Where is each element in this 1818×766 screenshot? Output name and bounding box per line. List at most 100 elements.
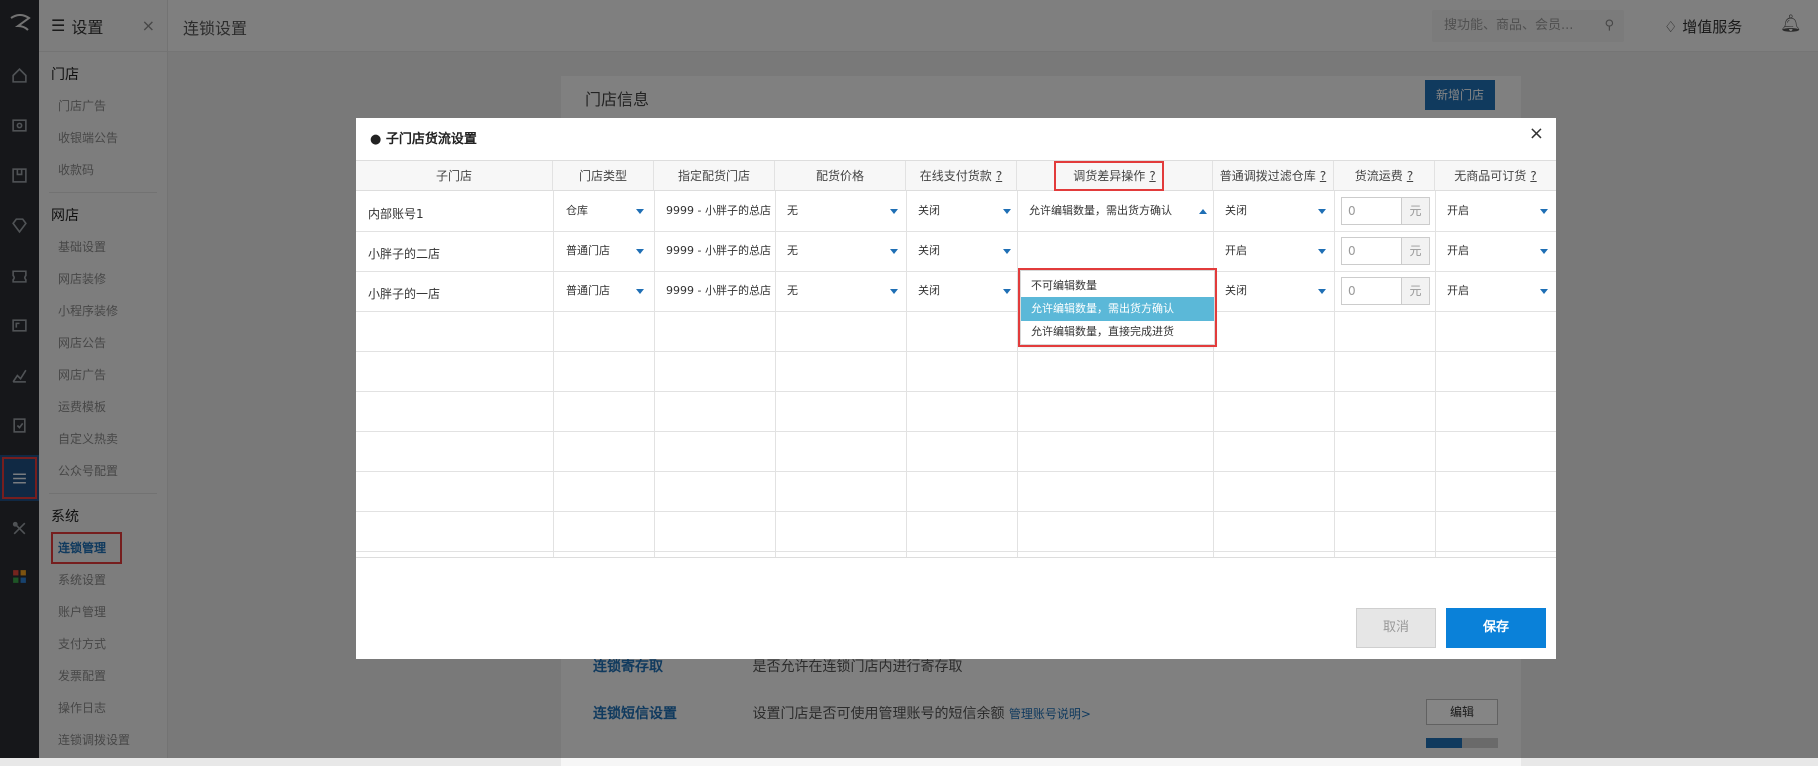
freight-unit: 元 (1401, 238, 1429, 264)
select-value: 关闭 (918, 284, 940, 297)
diff-operation-select[interactable]: 允许编辑数量，需出货方确认 (1029, 198, 1209, 224)
select-value: 仓库 (566, 204, 588, 217)
chevron-down-icon (636, 289, 644, 294)
select-value: 关闭 (918, 244, 940, 257)
chevron-down-icon (1540, 209, 1548, 214)
online-pay-select[interactable]: 关闭 (918, 198, 1013, 224)
highlight-box-dropdown (1018, 268, 1217, 347)
grid-line (356, 471, 1556, 472)
select-value: 普通门店 (566, 284, 610, 297)
store-name: 小胖子的一店 (368, 287, 441, 301)
close-icon[interactable]: × (1529, 124, 1544, 144)
chevron-down-icon (1540, 249, 1548, 254)
select-value: 普通门店 (566, 244, 610, 257)
chevron-down-icon (1540, 289, 1548, 294)
distribution-store-select[interactable]: 9999 - 小胖子的总店 (666, 278, 772, 304)
select-value: 9999 - 小胖子的总店 (666, 244, 771, 257)
grid-line (356, 351, 1556, 352)
grid-line (553, 191, 554, 557)
freight-input[interactable]: 0元 (1341, 277, 1430, 305)
select-value: 关闭 (918, 204, 940, 217)
chevron-down-icon (636, 249, 644, 254)
distribution-store-select[interactable]: 9999 - 小胖子的总店 (666, 238, 772, 264)
select-value: 无 (787, 204, 798, 217)
freight-input[interactable]: 0元 (1341, 197, 1430, 225)
select-value: 开启 (1225, 244, 1247, 257)
select-value: 无 (787, 284, 798, 297)
chevron-down-icon (1318, 249, 1326, 254)
order-without-goods-select[interactable]: 开启 (1447, 238, 1552, 264)
distribution-price-select[interactable]: 无 (787, 238, 902, 264)
distribution-price-select[interactable]: 无 (787, 198, 902, 224)
order-without-goods-select[interactable]: 开启 (1447, 198, 1552, 224)
chevron-down-icon (636, 209, 644, 214)
grid-line (654, 191, 655, 557)
select-value: 开启 (1447, 204, 1469, 217)
logistics-table: 子门店 门店类型 指定配货门店 配货价格 在线支付货款? 调货差异操作? 普通调… (356, 160, 1556, 558)
help-icon[interactable]: ? (1320, 169, 1326, 183)
column-header: 普通调拨过滤仓库? (1213, 161, 1334, 191)
column-header-label: 货流运费 (1354, 169, 1403, 183)
freight-unit: 元 (1401, 198, 1429, 224)
freight-unit: 元 (1401, 278, 1429, 304)
chevron-down-icon (1318, 289, 1326, 294)
online-pay-select[interactable]: 关闭 (918, 238, 1013, 264)
select-value: 无 (787, 244, 798, 257)
select-value: 关闭 (1225, 204, 1247, 217)
order-without-goods-select[interactable]: 开启 (1447, 278, 1552, 304)
column-header: 配货价格 (775, 161, 906, 191)
freight-value: 0 (1348, 284, 1356, 298)
filter-warehouse-select[interactable]: 开启 (1225, 238, 1330, 264)
column-header: 无商品可订货? (1435, 161, 1556, 191)
store-type-select[interactable]: 仓库 (566, 198, 646, 224)
grid-line (356, 311, 1556, 312)
grid-line (356, 391, 1556, 392)
column-header-label: 普通调拨过滤仓库 (1219, 169, 1316, 183)
help-icon[interactable]: ? (996, 169, 1002, 183)
filter-warehouse-select[interactable]: 关闭 (1225, 198, 1330, 224)
grid-line (356, 271, 1556, 272)
select-value: 允许编辑数量，需出货方确认 (1029, 204, 1172, 217)
freight-input[interactable]: 0元 (1341, 237, 1430, 265)
filter-warehouse-select[interactable]: 关闭 (1225, 278, 1330, 304)
chevron-down-icon (890, 289, 898, 294)
column-header: 门店类型 (553, 161, 654, 191)
chevron-down-icon (1003, 209, 1011, 214)
grid-line (1334, 191, 1335, 557)
select-value: 开启 (1447, 284, 1469, 297)
column-header: 指定配货门店 (654, 161, 775, 191)
store-name: 小胖子的二店 (368, 247, 441, 261)
chevron-down-icon (1003, 249, 1011, 254)
online-pay-select[interactable]: 关闭 (918, 278, 1013, 304)
cancel-button[interactable]: 取消 (1356, 608, 1436, 648)
chevron-up-icon (1199, 209, 1207, 214)
select-value: 开启 (1447, 244, 1469, 257)
highlight-box-header (1054, 161, 1164, 191)
help-icon[interactable]: ? (1530, 169, 1536, 183)
grid-line (356, 551, 1556, 552)
grid-line (775, 191, 776, 557)
column-header: 货流运费? (1334, 161, 1435, 191)
grid-line (906, 191, 907, 557)
help-icon[interactable]: ? (1407, 169, 1413, 183)
grid-line (1017, 191, 1018, 557)
column-header: 在线支付货款? (906, 161, 1017, 191)
grid-line (1435, 191, 1436, 557)
store-type-select[interactable]: 普通门店 (566, 278, 646, 304)
grid-line (356, 231, 1556, 232)
column-header-label: 无商品可订货 (1454, 169, 1527, 183)
chevron-down-icon (890, 249, 898, 254)
distribution-store-select[interactable]: 9999 - 小胖子的总店 (666, 198, 772, 224)
dialog-title: ● 子门店货流设置 (370, 132, 477, 147)
chevron-down-icon (890, 209, 898, 214)
save-button[interactable]: 保存 (1446, 608, 1546, 648)
select-value: 9999 - 小胖子的总店 (666, 284, 771, 297)
column-header: 子门店 (356, 161, 553, 191)
sub-store-logistics-dialog: ● 子门店货流设置 × 子门店 门店类型 指定配货门店 配货价格 在线支付货款?… (356, 118, 1556, 659)
grid-line (356, 431, 1556, 432)
select-value: 9999 - 小胖子的总店 (666, 204, 771, 217)
grid-line (1213, 191, 1214, 557)
store-type-select[interactable]: 普通门店 (566, 238, 646, 264)
distribution-price-select[interactable]: 无 (787, 278, 902, 304)
freight-value: 0 (1348, 244, 1356, 258)
